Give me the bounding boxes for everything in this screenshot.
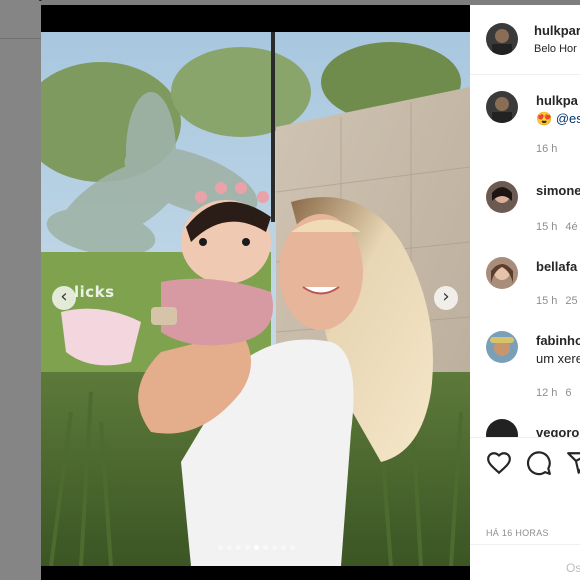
- carousel-next-button[interactable]: ›: [434, 286, 458, 310]
- comment-likes[interactable]: 25: [565, 295, 577, 307]
- photo-watermark: licks: [74, 283, 115, 301]
- comment-text: um xere: [536, 351, 580, 366]
- comment-avatar[interactable]: [486, 331, 518, 363]
- comment-meta: 12 h 6: [536, 387, 580, 399]
- comment-meta: 15 h 4é: [536, 221, 580, 233]
- carousel-dot: [245, 545, 250, 550]
- carousel-dot: [272, 545, 277, 550]
- add-comment-input[interactable]: Os: [566, 561, 580, 575]
- comment-meta: 16 h: [536, 143, 565, 155]
- comment-username[interactable]: fabinho: [536, 333, 580, 348]
- comment-time[interactable]: 15 h: [536, 221, 557, 233]
- comment-likes[interactable]: 6: [565, 387, 571, 399]
- comment-emoji: 😍: [536, 111, 556, 126]
- author-username[interactable]: hulkpar: [534, 23, 580, 38]
- comment-time[interactable]: 16 h: [536, 143, 557, 155]
- share-icon[interactable]: [566, 450, 580, 476]
- post-side-panel: hulkpar Belo Hor hulkpa 😍 @est 16 h simo…: [470, 5, 580, 580]
- background-strip: [0, 0, 41, 580]
- carousel-dots: [218, 545, 295, 551]
- comment-likes[interactable]: 4é: [565, 221, 577, 233]
- carousel-dot: [263, 545, 268, 550]
- comment-mention[interactable]: @est: [556, 111, 580, 126]
- carousel-dot: [254, 545, 259, 550]
- actions-divider: [470, 437, 580, 438]
- comment-username[interactable]: vegoro: [536, 425, 579, 437]
- background-divider: [0, 38, 41, 39]
- comment-avatar[interactable]: [486, 181, 518, 213]
- carousel-dot: [290, 545, 295, 550]
- carousel-dot: [281, 545, 286, 550]
- comment-avatar[interactable]: [486, 91, 518, 123]
- comment-avatar[interactable]: [486, 257, 518, 289]
- comment-avatar[interactable]: [486, 419, 518, 437]
- comment-username[interactable]: hulkpa: [536, 93, 578, 108]
- post-header: hulkpar Belo Hor: [470, 5, 580, 75]
- post-timestamp[interactable]: HÁ 16 HORAS: [486, 528, 549, 538]
- carousel-dot: [227, 545, 232, 550]
- comment-text: 😍 @est: [536, 111, 580, 127]
- comment-time[interactable]: 12 h: [536, 387, 557, 399]
- comment-icon[interactable]: [526, 450, 552, 476]
- comment-username[interactable]: bellafa: [536, 259, 577, 274]
- comment-item: vegoro: [470, 419, 580, 437]
- comment-meta: 15 h 25: [536, 295, 580, 307]
- post-location[interactable]: Belo Hor: [534, 43, 577, 55]
- heart-icon[interactable]: [486, 450, 512, 476]
- add-comment-divider: [470, 544, 580, 545]
- author-avatar[interactable]: [486, 23, 518, 55]
- carousel-dot: [218, 545, 223, 550]
- comment-time[interactable]: 15 h: [536, 295, 557, 307]
- carousel-dot: [236, 545, 241, 550]
- carousel-prev-button[interactable]: ‹: [52, 286, 76, 310]
- comment-username[interactable]: simone: [536, 183, 580, 198]
